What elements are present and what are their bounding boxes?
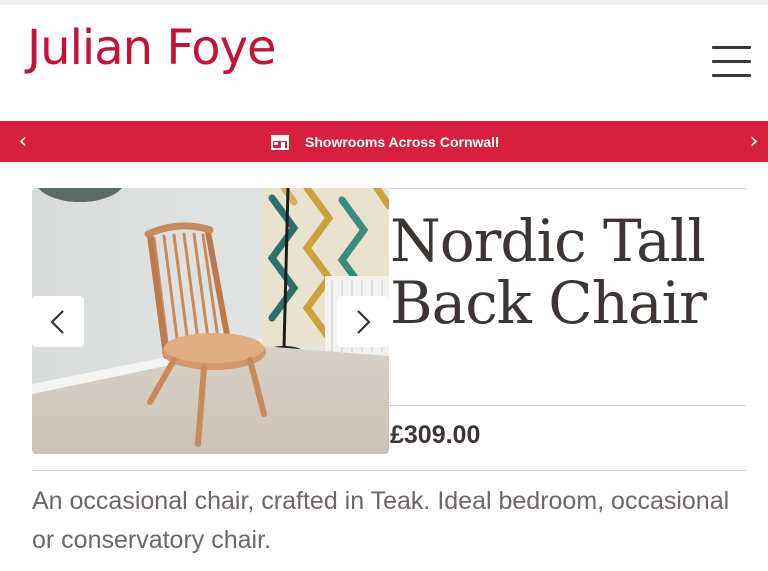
product-title-line: Back Chair — [390, 269, 707, 337]
menu-line — [712, 46, 751, 49]
product-title-line: Nordic Tall — [390, 207, 706, 275]
chevron-left-icon — [50, 309, 64, 334]
banner-message[interactable]: Showrooms Across Cornwall — [270, 121, 499, 162]
product-price: £309.00 — [390, 421, 481, 449]
brand-logo[interactable]: Julian Foye — [27, 24, 277, 72]
menu-line — [712, 74, 751, 77]
divider — [389, 188, 746, 189]
product-description: An occasional chair, crafted in Teak. Id… — [32, 487, 730, 554]
divider — [389, 405, 746, 406]
storefront-icon — [271, 134, 289, 150]
banner-message-text: Showrooms Across Cornwall — [305, 133, 499, 150]
chevron-right-icon[interactable]: › — [739, 121, 768, 162]
divider — [32, 470, 746, 471]
chevron-left-icon[interactable]: ‹ — [8, 121, 38, 162]
wooden-spindle-back-chair-photo — [32, 188, 389, 454]
chevron-right-icon — [357, 309, 371, 334]
menu-line — [712, 60, 751, 63]
product-title: Nordic Tall Back Chair — [390, 210, 760, 334]
hamburger-menu-icon[interactable] — [712, 46, 752, 78]
gallery-prev-button[interactable] — [32, 296, 84, 347]
announcement-banner: ‹ Showrooms Across Cornwall › — [0, 121, 768, 162]
gallery-next-button[interactable] — [337, 296, 389, 347]
product-image-gallery[interactable] — [32, 188, 389, 454]
top-strip — [0, 0, 768, 5]
